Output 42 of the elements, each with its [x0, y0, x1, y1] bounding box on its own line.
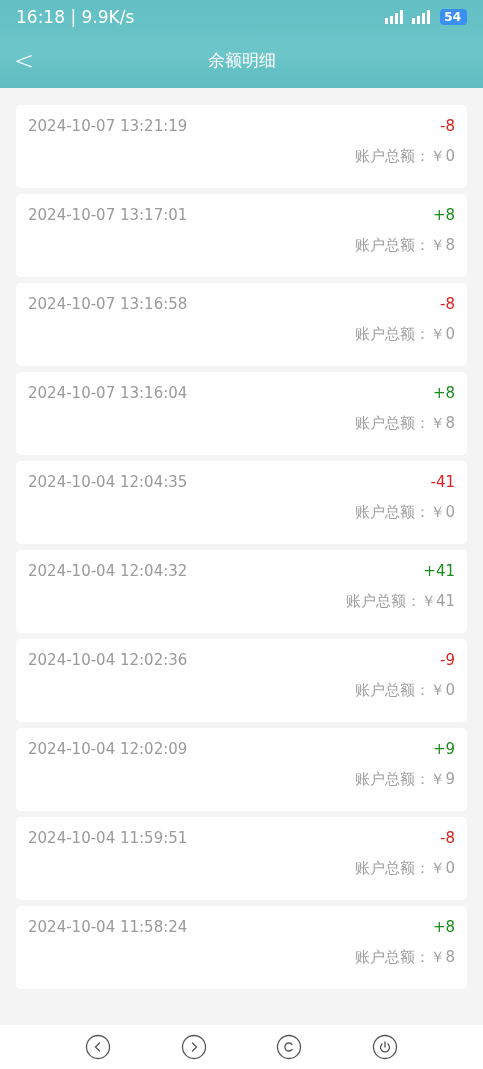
record-time: 2024-10-04 12:02:36 — [28, 651, 188, 669]
refresh-icon — [276, 1034, 303, 1060]
forward-nav-button[interactable] — [180, 1034, 207, 1060]
record-balance: 账户总额：￥0 — [355, 503, 455, 522]
power-button[interactable] — [372, 1034, 399, 1060]
record-amount: +8 — [432, 206, 455, 224]
record-balance: 账户总额：￥0 — [355, 325, 455, 344]
record-amount: +9 — [432, 740, 455, 758]
record-time: 2024-10-04 12:02:09 — [28, 740, 188, 758]
record-time: 2024-10-07 13:17:01 — [28, 206, 188, 224]
record-time: 2024-10-07 13:21:19 — [28, 117, 188, 135]
record-balance: 账户总额：￥9 — [355, 770, 455, 789]
record-amount: -41 — [430, 473, 455, 491]
battery-level: 54 — [440, 8, 467, 25]
record-balance: 账户总额：￥0 — [355, 681, 455, 700]
record-amount: -8 — [440, 829, 455, 847]
back-icon — [84, 1034, 111, 1060]
record-time: 2024-10-04 12:04:35 — [28, 473, 188, 491]
back-nav-button[interactable] — [84, 1034, 111, 1060]
back-button[interactable]: < — [8, 46, 41, 75]
record-balance: 账户总额：￥0 — [355, 859, 455, 878]
record-balance: 账户总额：￥8 — [355, 236, 455, 255]
record-time: 2024-10-04 11:58:24 — [28, 918, 188, 936]
record-time: 2024-10-04 12:04:32 — [28, 562, 188, 580]
page-title: 余额明细 — [207, 49, 276, 72]
power-icon — [372, 1034, 399, 1060]
record-balance: 账户总额：￥0 — [355, 147, 455, 166]
record-amount: +8 — [432, 918, 455, 936]
record-time: 2024-10-04 11:59:51 — [28, 829, 188, 847]
record-time: 2024-10-07 13:16:04 — [28, 384, 188, 402]
record-time: 2024-10-07 13:16:58 — [28, 295, 188, 313]
refresh-button[interactable] — [276, 1034, 303, 1060]
status-time: 16:18 | 9.9K/s — [16, 6, 135, 27]
forward-icon — [180, 1034, 207, 1060]
record-balance: 账户总额：￥8 — [355, 414, 455, 433]
record-amount: -9 — [440, 651, 455, 669]
record-amount: +8 — [432, 384, 455, 402]
record-balance: 账户总额：￥8 — [355, 948, 455, 967]
record-amount: +41 — [423, 562, 455, 580]
record-balance: 账户总额：￥41 — [345, 592, 455, 611]
record-amount: -8 — [440, 295, 455, 313]
record-amount: -8 — [440, 117, 455, 135]
